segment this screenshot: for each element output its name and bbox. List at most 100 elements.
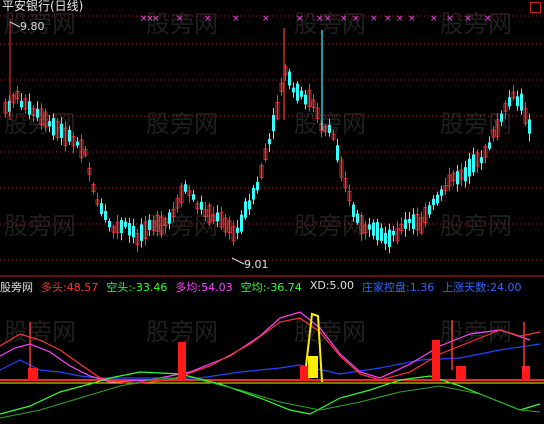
candle-body [268,138,271,145]
candle-body [436,194,439,204]
indicator-item-kongtou: 空头:-33.46 [106,281,168,294]
signal-marker: × [430,14,438,24]
signal-bar [456,366,466,380]
candle-body [412,214,415,230]
candle-body [480,157,483,164]
candle-body [516,96,519,107]
candle-body [380,228,383,241]
panel-toggle-button[interactable] [530,2,541,13]
peak-block [308,356,318,378]
candle-body [236,227,239,233]
signal-marker: × [484,14,492,24]
indicator-name: 股旁网 [0,281,33,294]
candle-body [100,203,103,215]
candle-body [528,119,531,134]
signal-marker: × [408,14,416,24]
indicator-item-xd: XD:5.00 [309,279,355,292]
indicator-panel [0,311,544,419]
candle-body [428,205,431,215]
candle-body [368,224,371,230]
signal-marker: × [370,14,378,24]
candle-body [456,171,459,185]
candle-body [472,154,475,173]
candle-body [408,218,411,223]
candle-body [36,108,39,118]
signal-marker: × [384,14,392,24]
candle-body [108,220,111,228]
candle-body [120,220,123,233]
candle-body [20,100,23,108]
candle-body [256,181,259,191]
candle-body [76,141,79,146]
signal-marker: × [464,14,472,24]
candle-body [140,224,143,241]
line-duojun [0,311,531,383]
signal-marker: × [446,14,454,24]
signal-marker: × [352,14,360,24]
indicator-item-kongjun: 空均:-36.74 [240,281,302,294]
candle-body [244,201,247,218]
candle-body [336,145,339,161]
candle-body [216,212,219,222]
candle-body [104,210,107,220]
candle-body [60,123,63,139]
candle-body [464,167,467,182]
line-kongjun [0,377,541,419]
signal-marker: × [296,14,304,24]
signal-marker: × [204,14,212,24]
signal-marker: × [324,14,332,24]
indicator-item-zhuangjia: 庄家控盘:1.36 [362,281,435,294]
candle-body [292,87,295,93]
candle-body [468,158,471,177]
candle-body [192,194,195,200]
plot-area[interactable]: ××× × × × × × × × × × × × × × × × × × [0,0,544,424]
signal-marker: × [396,14,404,24]
indicator-item-duotou: 多头:48.57 [41,281,99,294]
signal-marker: × [262,14,270,24]
signal-marker: × [232,14,240,24]
candle-body [128,223,131,236]
candle-body [388,229,391,247]
candle-body [432,198,435,206]
candlesticks [3,20,531,265]
candle-body [240,214,243,232]
candle-body [148,219,151,230]
signal-marker: × [316,14,324,24]
candle-body [168,212,171,224]
candle-body [304,94,307,105]
indicator-item-shangzhang: 上涨天数:24.00 [442,281,522,294]
candle-body [356,213,359,223]
candle-body [392,230,395,236]
candle-body [384,232,387,244]
candle-body [272,114,275,132]
candle-body [376,222,379,241]
signal-bar [522,366,530,380]
candle-body [508,97,511,107]
signal-bar [178,342,186,380]
candle-body [296,83,299,101]
chart-title: 平安银行(日线) [2,0,84,13]
candle-body [488,142,491,149]
candle-body [52,118,55,136]
candle-body [124,221,127,227]
high-price-label: 9.80 [20,20,45,33]
candle-body [68,129,71,142]
candle-body [300,90,303,97]
signal-marker: × [340,14,348,24]
indicator-item-duojun: 多均:54.03 [175,281,233,294]
candle-body [520,93,523,111]
candle-body [248,200,251,210]
candle-body [372,222,375,236]
candle-body [404,219,407,229]
chart-window: { "main_chart": { "title": "平安银行(日线)", "… [0,0,544,424]
candle-body [200,201,203,210]
low-price-label: 9.01 [244,258,269,271]
high-pointer [9,21,21,28]
signal-marker: × [152,14,160,24]
candle-body [252,187,255,200]
low-pointer [231,257,245,265]
signal-marker: × [176,14,184,24]
candle-body [328,124,331,133]
candle-body [500,113,503,122]
indicator-header: 股旁网 多头:48.57 空头:-33.46 多均:54.03 空均:-36.7… [0,279,522,294]
